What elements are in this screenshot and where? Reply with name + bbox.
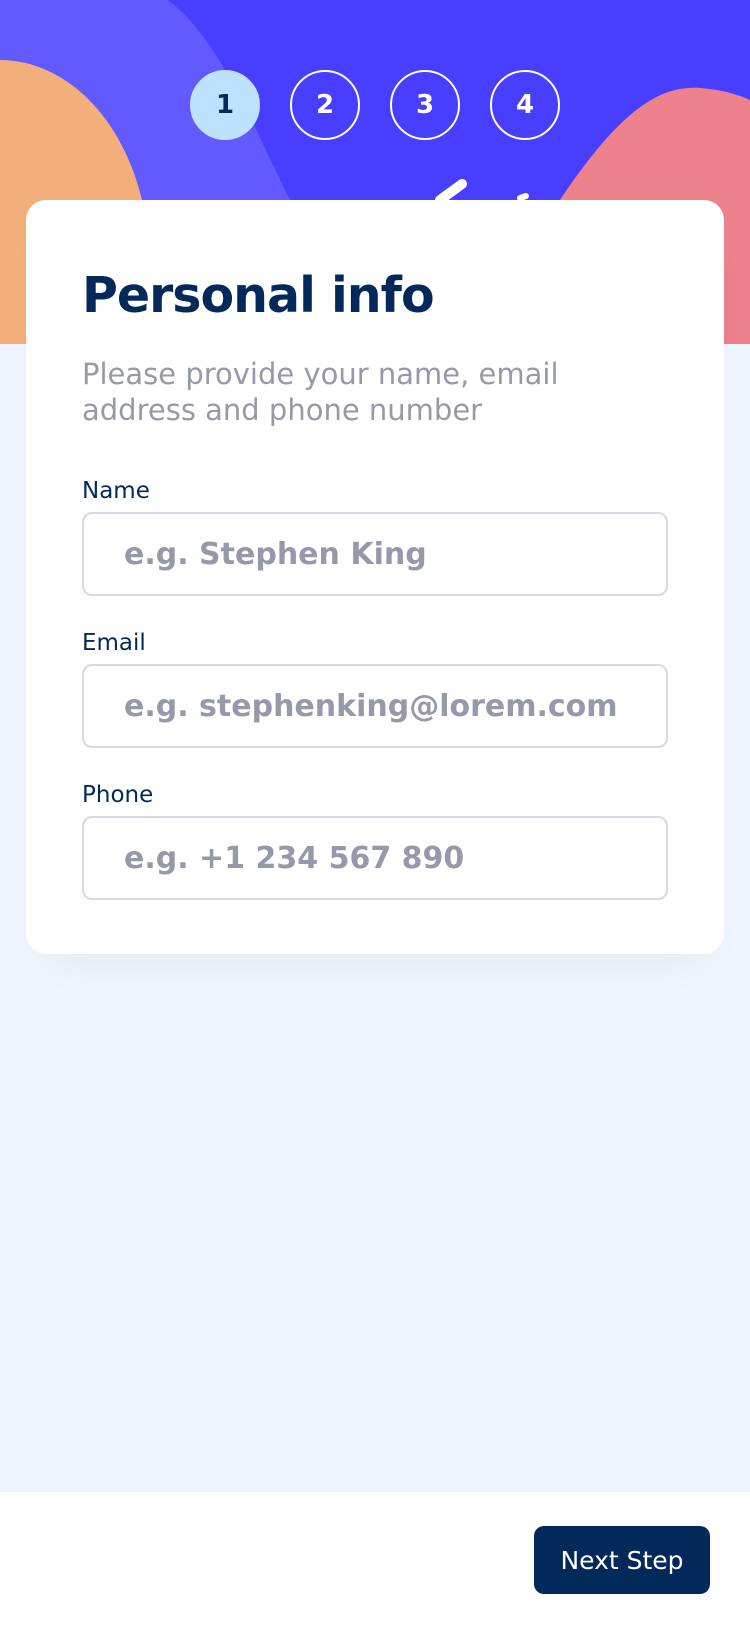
footer-bar: Next Step (0, 1492, 750, 1632)
phone-input[interactable] (82, 816, 668, 900)
personal-info-card: Personal info Please provide your name, … (26, 200, 724, 954)
step-indicator: 1 2 3 4 (0, 70, 750, 140)
phone-field: Phone (82, 780, 668, 900)
step-2[interactable]: 2 (290, 70, 360, 140)
email-input[interactable] (82, 664, 668, 748)
name-label: Name (82, 478, 150, 504)
page-subtitle: Please provide your name, email address … (82, 357, 559, 427)
email-label: Email (82, 630, 146, 656)
step-4[interactable]: 4 (490, 70, 560, 140)
step-3[interactable]: 3 (390, 70, 460, 140)
email-field: Email (82, 628, 668, 748)
next-step-button[interactable]: Next Step (534, 1526, 710, 1594)
app-page: 1 2 3 4 Personal info Please provide you… (0, 0, 750, 1632)
white-dot-shape (517, 193, 529, 201)
step-1[interactable]: 1 (190, 70, 260, 140)
name-input[interactable] (82, 512, 668, 596)
white-stroke-shape (435, 179, 467, 205)
phone-label: Phone (82, 782, 154, 808)
name-field: Name (82, 476, 668, 596)
page-title: Personal info (82, 267, 435, 324)
